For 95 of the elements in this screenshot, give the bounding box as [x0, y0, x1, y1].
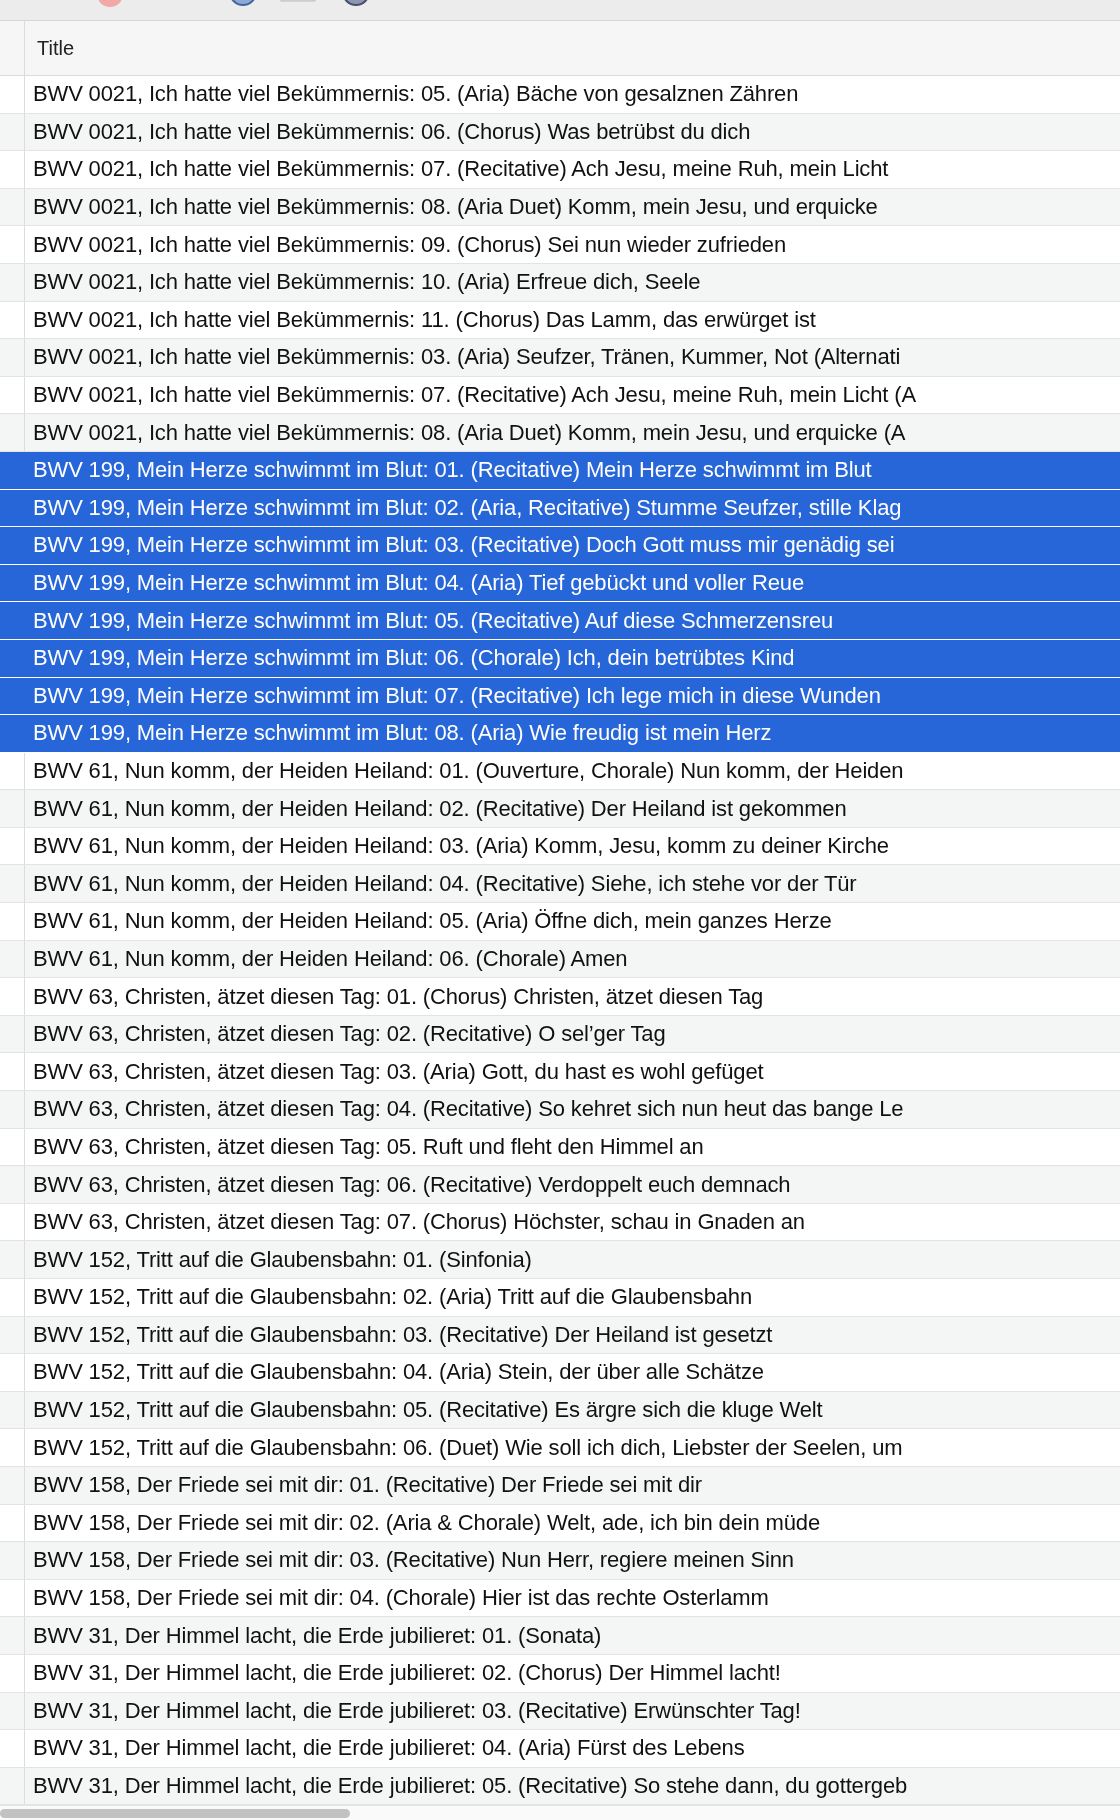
title-cell: BWV 0021, Ich hatte viel Bekümmernis: 07. (Recitative) Ach Jesu, meine Ruh, mein Licht (A: [33, 382, 916, 409]
title-cell: BWV 61, Nun komm, der Heiden Heiland: 02. (Recitative) Der Heiland ist gekommen: [33, 795, 847, 822]
title-cell: BWV 152, Tritt auf die Glaubensbahn: 02. (Aria) Tritt auf die Glaubensbahn: [33, 1284, 752, 1311]
table-row[interactable]: BWV 31, Der Himmel lacht, die Erde jubilieret: 05. (Recitative) So stehe dann, du gottergeb: [0, 1767, 1120, 1806]
column-header[interactable]: Title: [37, 36, 75, 60]
title-cell: BWV 0021, Ich hatte viel Bekümmernis: 09. (Chorus) Sei nun wieder zufrieden: [33, 231, 786, 258]
title-cell: BWV 63, Christen, ätzet diesen Tag: 05. Ruft und fleht den Himmel an: [33, 1133, 704, 1160]
table-row[interactable]: BWV 0021, Ich hatte viel Bekümmernis: 03. (Aria) Seufzer, Tränen, Kummer, Not (Alternati: [0, 339, 1120, 377]
table-row[interactable]: BWV 61, Nun komm, der Heiden Heiland: 03. (Aria) Komm, Jesu, komm zu deiner Kirche: [0, 827, 1120, 866]
title-cell: BWV 158, Der Friede sei mit dir: 01. (Recitative) Der Friede sei mit dir: [33, 1472, 702, 1499]
table-row[interactable]: BWV 152, Tritt auf die Glaubensbahn: 05. (Recitative) Es ärgre sich die kluge Welt: [0, 1391, 1120, 1430]
table-row[interactable]: BWV 61, Nun komm, der Heiden Heiland: 02. (Recitative) Der Heiland ist gekommen: [0, 790, 1120, 828]
table-row[interactable]: BWV 0021, Ich hatte viel Bekümmernis: 08. (Aria Duet) Komm, mein Jesu, und erquicke (A: [0, 414, 1120, 452]
table-row[interactable]: BWV 63, Christen, ätzet diesen Tag: 01. (Chorus) Christen, ätzet diesen Tag: [0, 978, 1120, 1016]
title-cell: BWV 199, Mein Herze schwimmt im Blut: 02. (Aria, Recitative) Stumme Seufzer, stille Klag: [33, 494, 902, 521]
title-cell: BWV 0021, Ich hatte viel Bekümmernis: 03. (Aria) Seufzer, Tränen, Kummer, Not (Alternati: [33, 344, 901, 371]
table-row[interactable]: BWV 61, Nun komm, der Heiden Heiland: 06. (Chorale) Amen: [0, 940, 1120, 979]
title-cell: BWV 61, Nun komm, der Heiden Heiland: 04. (Recitative) Siehe, ich stehe vor der Tür: [33, 870, 857, 897]
title-cell: BWV 31, Der Himmel lacht, die Erde jubilieret: 03. (Recitative) Erwünschter Tag!: [33, 1697, 801, 1724]
title-cell: BWV 63, Christen, ätzet diesen Tag: 07. (Chorus) Höchster, schau in Gnaden an: [33, 1209, 805, 1236]
title-cell: BWV 199, Mein Herze schwimmt im Blut: 05. (Recitative) Auf diese Schmerzensreu: [33, 607, 834, 634]
table-row[interactable]: BWV 61, Nun komm, der Heiden Heiland: 05. (Aria) Öffne dich, mein ganzes Herze: [0, 903, 1120, 941]
title-cell: BWV 152, Tritt auf die Glaubensbahn: 06. (Duet) Wie soll ich dich, Liebster der Seelen, um: [33, 1434, 903, 1461]
title-cell: BWV 63, Christen, ätzet diesen Tag: 01. (Chorus) Christen, ätzet diesen Tag: [33, 983, 764, 1010]
table-row[interactable]: BWV 63, Christen, ätzet diesen Tag: 07. (Chorus) Höchster, schau in Gnaden an: [0, 1203, 1120, 1242]
title-cell: BWV 63, Christen, ätzet diesen Tag: 03. (Aria) Gott, du hast es wohl gefüget: [33, 1058, 764, 1085]
title-cell: BWV 61, Nun komm, der Heiden Heiland: 01. (Ouverture, Chorale) Nun komm, der Heiden: [33, 758, 904, 784]
table-row[interactable]: BWV 199, Mein Herze schwimmt im Blut: 04. (Aria) Tief gebückt und voller Reue: [0, 564, 1120, 603]
scrollbar[interactable]: [0, 1805, 1120, 1820]
title-cell: BWV 63, Christen, ätzet diesen Tag: 04. (Recitative) So kehret sich nun heut das bange Le: [33, 1096, 904, 1123]
table-row[interactable]: BWV 152, Tritt auf die Glaubensbahn: 03. (Recitative) Der Heiland ist gesetzt: [0, 1316, 1120, 1355]
table-row[interactable]: BWV 63, Christen, ätzet diesen Tag: 04. (Recitative) So kehret sich nun heut das bange Le: [0, 1091, 1120, 1129]
table-row[interactable]: BWV 0021, Ich hatte viel Bekümmernis: 05. (Aria) Bäche von gesalznen Zähren: [0, 76, 1120, 114]
title-cell: BWV 31, Der Himmel lacht, die Erde jubilieret: 04. (Aria) Fürst des Lebens: [33, 1735, 745, 1762]
title-cell: BWV 152, Tritt auf die Glaubensbahn: 01. (Sinfonia): [33, 1246, 532, 1273]
table-row[interactable]: BWV 199, Mein Herze schwimmt im Blut: 05. (Recitative) Auf diese Schmerzensreu: [0, 602, 1120, 640]
title-cell: BWV 152, Tritt auf die Glaubensbahn: 04. (Aria) Stein, der über alle Schätze: [33, 1359, 764, 1386]
title-cell: BWV 199, Mein Herze schwimmt im Blut: 03. (Recitative) Doch Gott muss mir genädig sei: [33, 532, 895, 559]
table-row[interactable]: BWV 0021, Ich hatte viel Bekümmernis: 07. (Recitative) Ach Jesu, meine Ruh, mein Licht (A: [0, 376, 1120, 415]
table-row[interactable]: BWV 63, Christen, ätzet diesen Tag: 02. (Recitative) O sel’ger Tag: [0, 1015, 1120, 1054]
title-cell: BWV 61, Nun komm, der Heiden Heiland: 06. (Chorale) Amen: [33, 945, 628, 972]
table-row[interactable]: BWV 63, Christen, ätzet diesen Tag: 05. Ruft und fleht den Himmel an: [0, 1128, 1120, 1167]
title-cell: BWV 0021, Ich hatte viel Bekümmernis: 07. (Recitative) Ach Jesu, meine Ruh, mein Licht: [33, 156, 889, 183]
title-cell: BWV 0021, Ich hatte viel Bekümmernis: 06. (Chorus) Was betrübst du dich: [33, 118, 751, 145]
title-cell: BWV 31, Der Himmel lacht, die Erde jubilieret: 02. (Chorus) Der Himmel lacht!: [33, 1660, 781, 1687]
table-row[interactable]: BWV 158, Der Friede sei mit dir: 01. (Recitative) Der Friede sei mit dir: [0, 1466, 1120, 1505]
table-row[interactable]: BWV 199, Mein Herze schwimmt im Blut: 02. (Aria, Recitative) Stumme Seufzer, stille Klag: [0, 489, 1120, 528]
table-row[interactable]: BWV 63, Christen, ätzet diesen Tag: 03. (Aria) Gott, du hast es wohl gefüget: [0, 1053, 1120, 1092]
title-cell: BWV 0021, Ich hatte viel Bekümmernis: 05. (Aria) Bäche von gesalznen Zähren: [33, 81, 799, 108]
title-cell: BWV 31, Der Himmel lacht, die Erde jubilieret: 01. (Sonata): [33, 1622, 602, 1649]
table-row[interactable]: BWV 152, Tritt auf die Glaubensbahn: 01. (Sinfonia): [0, 1241, 1120, 1279]
title-cell: BWV 63, Christen, ätzet diesen Tag: 02. (Recitative) O sel’ger Tag: [33, 1021, 666, 1048]
table-row[interactable]: BWV 0021, Ich hatte viel Bekümmernis: 11. (Chorus) Das Lamm, das erwürget ist: [0, 301, 1120, 340]
scrollbar-thumb[interactable]: [0, 1809, 350, 1818]
table-row[interactable]: BWV 31, Der Himmel lacht, die Erde jubilieret: 01. (Sonata): [0, 1617, 1120, 1655]
title-cell: BWV 158, Der Friede sei mit dir: 04. (Chorale) Hier ist das rechte Osterlamm: [33, 1585, 769, 1612]
table-row[interactable]: BWV 152, Tritt auf die Glaubensbahn: 04. (Aria) Stein, der über alle Schätze: [0, 1354, 1120, 1392]
table-row[interactable]: BWV 199, Mein Herze schwimmt im Blut: 06. (Chorale) Ich, dein betrübtes Kind: [0, 639, 1120, 678]
title-cell: BWV 0021, Ich hatte viel Bekümmernis: 11. (Chorus) Das Lamm, das erwürget ist: [33, 306, 816, 333]
title-cell: BWV 61, Nun komm, der Heiden Heiland: 03. (Aria) Komm, Jesu, komm zu deiner Kirche: [33, 833, 889, 860]
title-cell: BWV 199, Mein Herze schwimmt im Blut: 06. (Chorale) Ich, dein betrübtes Kind: [33, 645, 795, 672]
table-row[interactable]: BWV 152, Tritt auf die Glaubensbahn: 02. (Aria) Tritt auf die Glaubensbahn: [0, 1279, 1120, 1317]
table-row[interactable]: BWV 158, Der Friede sei mit dir: 04. (Chorale) Hier ist das rechte Osterlamm: [0, 1579, 1120, 1618]
title-cell: BWV 158, Der Friede sei mit dir: 02. (Aria & Chorale) Welt, ade, ich bin dein müde: [33, 1509, 820, 1536]
title-cell: BWV 0021, Ich hatte viel Bekümmernis: 08. (Aria Duet) Komm, mein Jesu, und erquicke: [33, 194, 878, 221]
table-row[interactable]: BWV 0021, Ich hatte viel Bekümmernis: 08. (Aria Duet) Komm, mein Jesu, und erquicke: [0, 188, 1120, 227]
table-row[interactable]: BWV 0021, Ich hatte viel Bekümmernis: 07. (Recitative) Ach Jesu, meine Ruh, mein Licht: [0, 151, 1120, 189]
title-cell: BWV 0021, Ich hatte viel Bekümmernis: 08. (Aria Duet) Komm, mein Jesu, und erquicke (A: [33, 419, 906, 446]
title-cell: BWV 199, Mein Herze schwimmt im Blut: 07. (Recitative) Ich lege mich in diese Wunden: [33, 682, 881, 709]
title-cell: BWV 61, Nun komm, der Heiden Heiland: 05. (Aria) Öffne dich, mein ganzes Herze: [33, 908, 832, 935]
table-row[interactable]: BWV 158, Der Friede sei mit dir: 02. (Aria & Chorale) Welt, ade, ich bin dein müde: [0, 1504, 1120, 1543]
table-row[interactable]: BWV 63, Christen, ätzet diesen Tag: 06. (Recitative) Verdoppelt euch demnach: [0, 1166, 1120, 1204]
table-row[interactable]: BWV 31, Der Himmel lacht, die Erde jubilieret: 03. (Recitative) Erwünschter Tag!: [0, 1692, 1120, 1731]
table-row[interactable]: BWV 0021, Ich hatte viel Bekümmernis: 09. (Chorus) Sei nun wieder zufrieden: [0, 226, 1120, 264]
table-row[interactable]: BWV 31, Der Himmel lacht, die Erde jubilieret: 02. (Chorus) Der Himmel lacht!: [0, 1654, 1120, 1693]
title-cell: BWV 152, Tritt auf die Glaubensbahn: 05. (Recitative) Es ärgre sich die kluge Welt: [33, 1397, 823, 1424]
table-row[interactable]: BWV 0021, Ich hatte viel Bekümmernis: 10. (Aria) Erfreue dich, Seele: [0, 263, 1120, 302]
table-row[interactable]: BWV 199, Mein Herze schwimmt im Blut: 01. (Recitative) Mein Herze schwimmt im Blut: [0, 451, 1120, 490]
title-cell: BWV 199, Mein Herze schwimmt im Blut: 01. (Recitative) Mein Herze schwimmt im Blut: [33, 457, 872, 484]
table-row[interactable]: BWV 61, Nun komm, der Heiden Heiland: 01. (Ouverture, Chorale) Nun komm, der Heiden: [0, 752, 1120, 791]
title-cell: BWV 0021, Ich hatte viel Bekümmernis: 10. (Aria) Erfreue dich, Seele: [33, 269, 701, 296]
title-cell: BWV 199, Mein Herze schwimmt im Blut: 08. (Aria) Wie freudig ist mein Herz: [33, 720, 772, 747]
title-cell: BWV 199, Mein Herze schwimmt im Blut: 04. (Aria) Tief gebückt und voller Reue: [33, 570, 804, 596]
title-cell: BWV 31, Der Himmel lacht, die Erde jubilieret: 05. (Recitative) So stehe dann, du gottergeb: [33, 1773, 908, 1799]
title-cell: BWV 63, Christen, ätzet diesen Tag: 06. (Recitative) Verdoppelt euch demnach: [33, 1171, 791, 1198]
table-row[interactable]: BWV 152, Tritt auf die Glaubensbahn: 06. (Duet) Wie soll ich dich, Liebster der Seelen, um: [0, 1429, 1120, 1467]
title-cell: BWV 158, Der Friede sei mit dir: 03. (Recitative) Nun Herr, regiere meinen Sinn: [33, 1547, 794, 1574]
title-cell: BWV 152, Tritt auf die Glaubensbahn: 03. (Recitative) Der Heiland ist gesetzt: [33, 1321, 773, 1348]
table-row[interactable]: BWV 199, Mein Herze schwimmt im Blut: 03. (Recitative) Doch Gott muss mir genädig sei: [0, 527, 1120, 565]
table-row[interactable]: BWV 199, Mein Herze schwimmt im Blut: 08. (Aria) Wie freudig ist mein Herz: [0, 715, 1120, 753]
table-row[interactable]: BWV 199, Mein Herze schwimmt im Blut: 07. (Recitative) Ich lege mich in diese Wunden: [0, 677, 1120, 716]
table-row[interactable]: BWV 0021, Ich hatte viel Bekümmernis: 06. (Chorus) Was betrübst du dich: [0, 113, 1120, 152]
table-row[interactable]: BWV 61, Nun komm, der Heiden Heiland: 04. (Recitative) Siehe, ich stehe vor der Tür: [0, 865, 1120, 904]
table-row[interactable]: BWV 31, Der Himmel lacht, die Erde jubilieret: 04. (Aria) Fürst des Lebens: [0, 1730, 1120, 1768]
table-row[interactable]: BWV 158, Der Friede sei mit dir: 03. (Recitative) Nun Herr, regiere meinen Sinn: [0, 1542, 1120, 1580]
